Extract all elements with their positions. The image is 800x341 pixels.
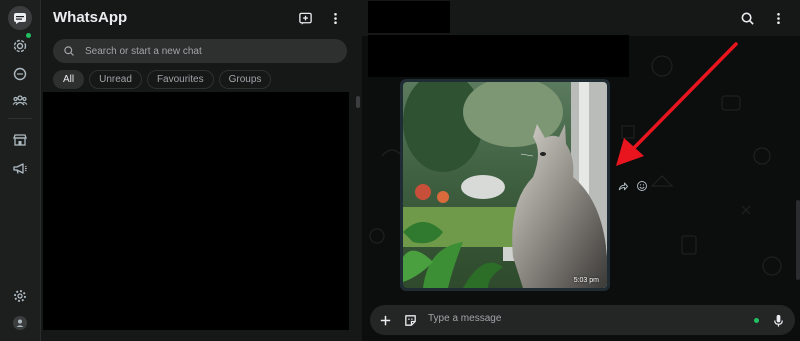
channels-nav-button[interactable]: [8, 62, 32, 86]
microphone-icon: [773, 314, 783, 327]
communities-nav-button[interactable]: [8, 88, 32, 112]
more-vertical-icon: [776, 12, 780, 24]
filter-unread[interactable]: Unread: [89, 70, 142, 89]
image-message-bubble[interactable]: 5:03 pm: [400, 79, 610, 291]
attach-button[interactable]: [375, 310, 395, 330]
filter-all[interactable]: All: [53, 70, 85, 89]
new-chat-icon: [298, 12, 312, 25]
status-unread-dot: [26, 33, 31, 38]
chat-menu-button[interactable]: [768, 8, 788, 28]
cat-photo[interactable]: 5:03 pm: [403, 82, 607, 288]
plus-icon: [380, 315, 390, 325]
app-title: WhatsApp: [53, 9, 128, 26]
search-bar[interactable]: [53, 39, 347, 63]
conversation-panel: 5:03 pm: [362, 0, 800, 341]
business-tools-nav-button[interactable]: [8, 128, 32, 152]
react-emoji-button[interactable]: [634, 178, 650, 194]
advertise-nav-button[interactable]: [8, 156, 32, 180]
more-vertical-icon: [333, 12, 337, 24]
sticker-icon: [404, 314, 416, 326]
contact-name-redacted: [368, 1, 450, 33]
status-icon: [13, 39, 27, 53]
emoji-icon: [637, 181, 647, 191]
resize-handle[interactable]: [356, 96, 360, 108]
chats-icon: [14, 13, 26, 24]
chat-list-panel: WhatsApp All Unread Favourites Groups: [41, 0, 358, 341]
filter-chips: All Unread Favourites Groups: [53, 70, 272, 89]
chats-nav-button[interactable]: [8, 6, 32, 30]
filter-favourites[interactable]: Favourites: [146, 70, 214, 89]
conversation-scrollbar[interactable]: [796, 200, 800, 280]
channels-icon: [13, 67, 27, 81]
recording-indicator-dot: [754, 318, 759, 323]
message-composer: [370, 305, 795, 335]
communities-icon: [12, 95, 28, 106]
cat-by-window-image: [403, 82, 607, 288]
message-timestamp: 5:03 pm: [573, 277, 599, 284]
message-input[interactable]: [426, 312, 730, 325]
rail-divider: [8, 118, 32, 119]
advertise-icon: [13, 163, 27, 174]
forward-icon: [618, 182, 628, 191]
search-input[interactable]: [83, 44, 327, 58]
chat-list-redacted: [43, 92, 349, 330]
business-tools-icon: [13, 134, 27, 146]
settings-nav-button[interactable]: [8, 284, 32, 308]
new-chat-button[interactable]: [295, 8, 315, 28]
profile-icon: [13, 316, 27, 330]
search-icon: [64, 46, 74, 56]
filter-groups[interactable]: Groups: [218, 70, 272, 89]
menu-button[interactable]: [325, 8, 345, 28]
search-icon: [741, 12, 754, 25]
sticker-button[interactable]: [400, 310, 420, 330]
forward-button[interactable]: [615, 178, 631, 194]
nav-rail: [0, 0, 41, 341]
message-redacted: [368, 35, 629, 77]
profile-nav-button[interactable]: [8, 311, 32, 335]
voice-message-button[interactable]: [768, 310, 788, 330]
settings-icon: [14, 290, 26, 302]
search-chat-button[interactable]: [737, 8, 757, 28]
